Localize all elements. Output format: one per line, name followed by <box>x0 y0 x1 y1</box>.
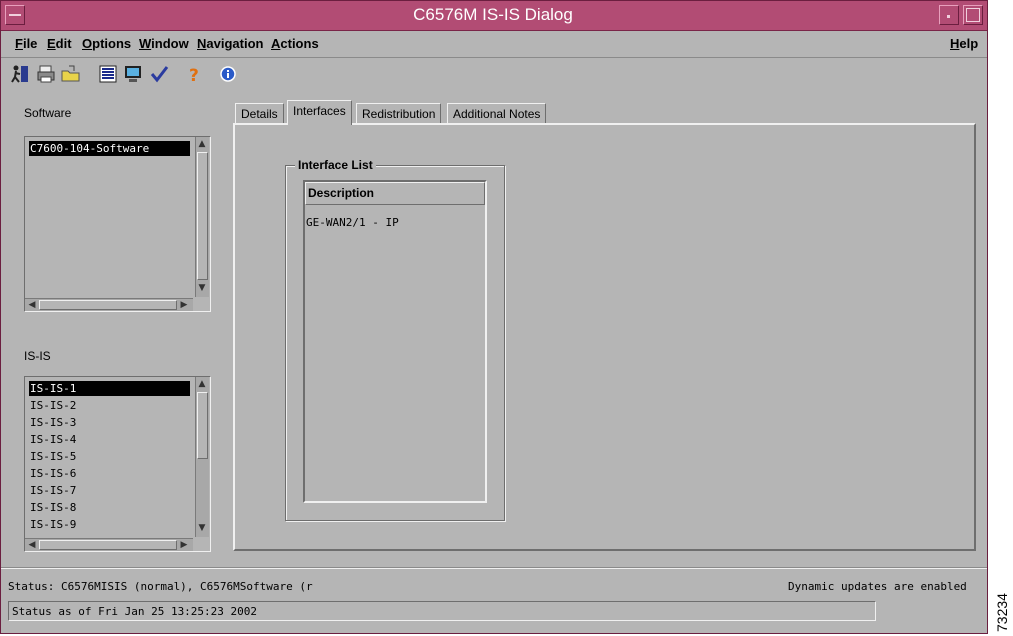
help-icon: ? <box>189 66 199 84</box>
figure-number: 73234 <box>994 593 1010 632</box>
interface-list-label: Interface List <box>295 158 376 172</box>
menu-file[interactable]: File <box>15 36 37 51</box>
software-vertical-scrollbar[interactable]: ▲ ▼ <box>195 137 209 297</box>
tab-redistribution[interactable]: Redistribution <box>356 103 442 124</box>
tab-additional-notes[interactable]: Additional Notes <box>447 103 547 124</box>
exit-button[interactable] <box>9 62 31 86</box>
scroll-up-icon[interactable]: ▲ <box>196 138 208 150</box>
status-timestamp-field: Status as of Fri Jan 25 13:25:23 2002 <box>8 601 876 621</box>
menu-navigation[interactable]: Navigation <box>197 36 263 51</box>
maximize-icon <box>966 8 980 22</box>
table-row[interactable]: GE-WAN2/1 - IP <box>305 215 486 231</box>
open-folder-icon <box>61 65 80 82</box>
info-button[interactable] <box>217 62 239 86</box>
isis-list-item[interactable]: IS-IS-3 <box>29 415 190 430</box>
tab-panel: Interface List Description GE-WAN2/1 - I… <box>233 123 976 551</box>
scroll-down-icon[interactable]: ▼ <box>196 522 208 534</box>
maximize-button[interactable] <box>963 5 983 25</box>
checkmark-icon <box>150 66 169 83</box>
isis-list-item[interactable]: IS-IS-6 <box>29 466 190 481</box>
software-list-item[interactable]: C7600-104-Software <box>29 141 190 156</box>
isis-vertical-scrollbar[interactable]: ▲ ▼ <box>195 377 209 537</box>
monitor-icon <box>125 66 141 82</box>
isis-horizontal-scrollbar[interactable]: ◀ ▶ <box>25 538 193 551</box>
menu-edit[interactable]: Edit <box>47 36 72 51</box>
isis-list-item[interactable]: IS-IS-5 <box>29 449 190 464</box>
scroll-thumb[interactable] <box>197 392 208 459</box>
software-label: Software <box>24 106 72 120</box>
software-list[interactable]: C7600-104-Software ▲ ▼ ◀ ▶ <box>24 136 211 312</box>
list-icon <box>99 65 117 83</box>
list-view-button[interactable] <box>97 62 119 86</box>
status-divider <box>1 567 987 569</box>
scroll-left-icon[interactable]: ◀ <box>26 299 38 311</box>
help-button[interactable]: ? <box>183 62 205 86</box>
minimize-icon <box>947 15 950 18</box>
figure-number-text: 73234 <box>994 593 1010 632</box>
menu-actions[interactable]: Actions <box>271 36 319 51</box>
software-horizontal-scrollbar[interactable]: ◀ ▶ <box>25 298 193 311</box>
info-icon <box>220 66 236 82</box>
isis-list-item[interactable]: IS-IS-1 <box>29 381 190 396</box>
isis-list-item[interactable]: IS-IS-2 <box>29 398 190 413</box>
interface-table[interactable]: Description GE-WAN2/1 - IP <box>303 180 487 503</box>
isis-list-item[interactable]: IS-IS-7 <box>29 483 190 498</box>
isis-list[interactable]: IS-IS-1 IS-IS-2 IS-IS-3 IS-IS-4 IS-IS-5 … <box>24 376 211 552</box>
status-text: Status: C6576MISIS (normal), C6576MSoftw… <box>8 580 313 593</box>
minimize-button[interactable] <box>939 5 959 25</box>
scroll-thumb[interactable] <box>39 540 177 550</box>
isis-list-item[interactable]: IS-IS-4 <box>29 432 190 447</box>
print-button[interactable] <box>35 62 57 86</box>
svg-text:?: ? <box>189 66 199 84</box>
validate-button[interactable] <box>148 62 170 86</box>
exit-icon <box>11 65 28 83</box>
scroll-left-icon[interactable]: ◀ <box>26 539 38 551</box>
isis-list-item[interactable]: IS-IS-9 <box>29 517 190 532</box>
scroll-up-icon[interactable]: ▲ <box>196 378 208 390</box>
monitor-button[interactable] <box>122 62 144 86</box>
tab-details[interactable]: Details <box>235 103 284 124</box>
scroll-down-icon[interactable]: ▼ <box>196 282 208 294</box>
menu-help[interactable]: Help <box>950 36 978 51</box>
column-header-description[interactable]: Description <box>305 182 485 205</box>
menu-options[interactable]: Options <box>82 36 131 51</box>
dynamic-updates-text: Dynamic updates are enabled <box>788 580 967 593</box>
scroll-thumb[interactable] <box>197 152 208 280</box>
scroll-thumb[interactable] <box>39 300 177 310</box>
scroll-right-icon[interactable]: ▶ <box>178 539 190 551</box>
print-icon <box>37 65 55 83</box>
window-title: C6576M IS-IS Dialog <box>413 5 573 24</box>
open-button[interactable] <box>60 62 82 86</box>
scroll-right-icon[interactable]: ▶ <box>178 299 190 311</box>
menu-window[interactable]: Window <box>139 36 189 51</box>
isis-list-item[interactable]: IS-IS-8 <box>29 500 190 515</box>
isis-label: IS-IS <box>24 349 51 363</box>
tab-interfaces[interactable]: Interfaces <box>287 100 352 125</box>
status-timestamp: Status as of Fri Jan 25 13:25:23 2002 <box>12 605 258 618</box>
